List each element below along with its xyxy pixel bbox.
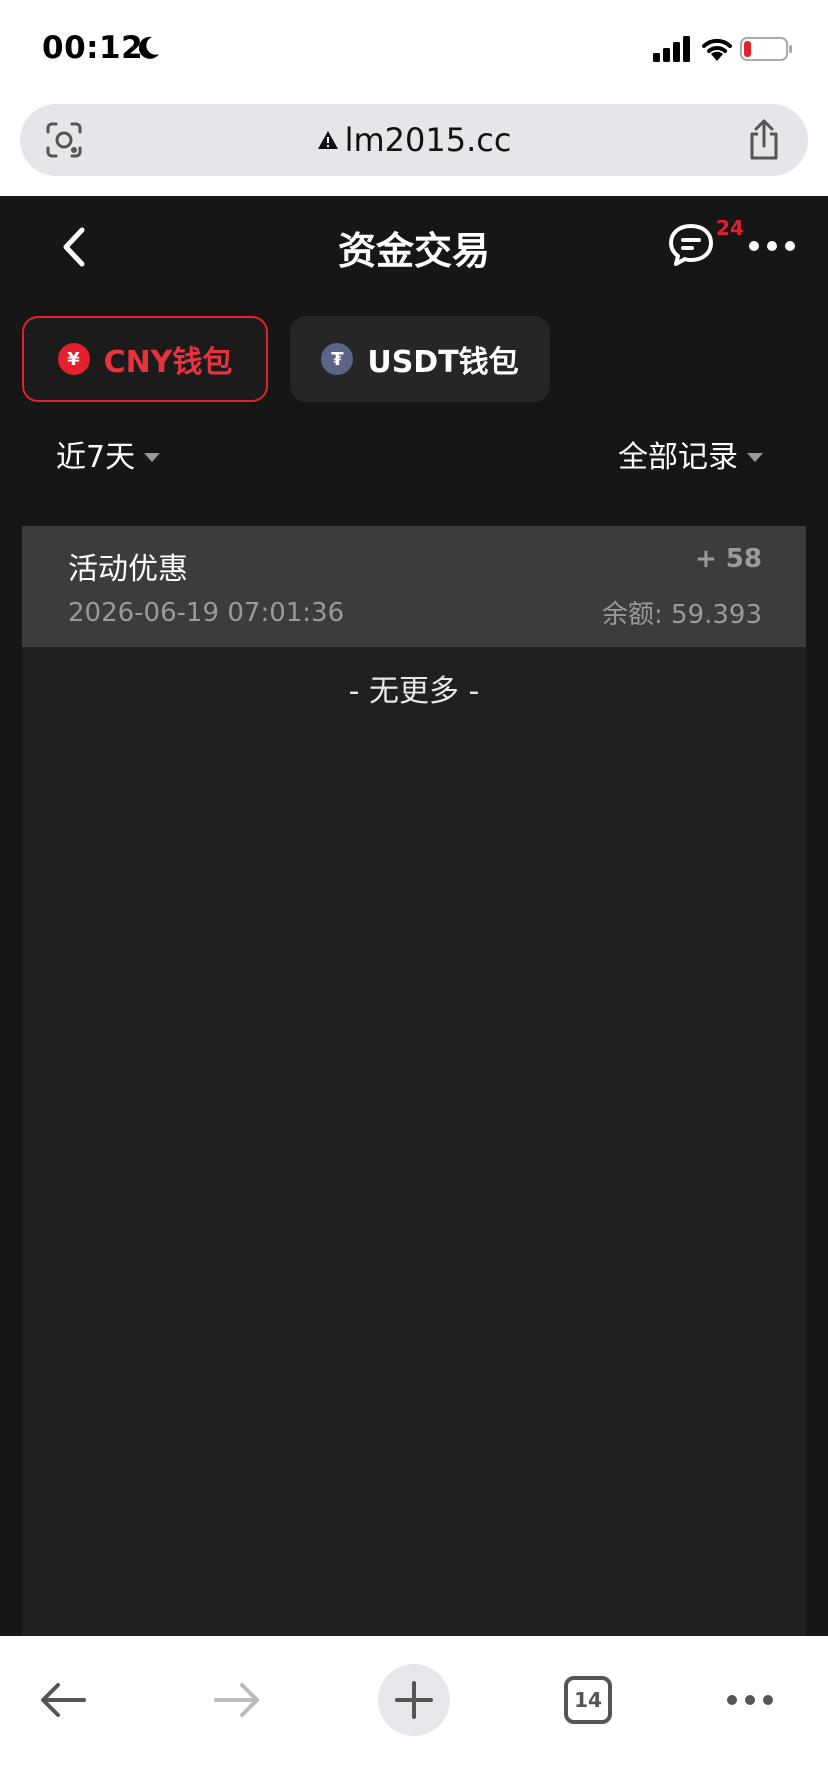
record-title: 活动优惠 [68, 552, 188, 587]
caret-down-icon [144, 453, 161, 462]
record-type-filter-dropdown[interactable]: 全部记录 [618, 432, 764, 476]
browser-toolbar: 14 [0, 1636, 828, 1792]
record-amount: + 58 [694, 544, 762, 574]
new-tab-button[interactable] [378, 1664, 450, 1736]
period-filter-dropdown[interactable]: 近7天 [56, 432, 161, 476]
message-icon[interactable] [666, 222, 716, 268]
tab-label: USDT钱包 [367, 345, 519, 380]
app-page: 资金交易 24 ¥ CNY钱包 ₮ USDT钱包 近7天 全部记录 活动优惠 2… [0, 196, 828, 1636]
warning-icon [317, 131, 338, 149]
records-panel: 活动优惠 2026-06-19 07:01:36 + 58 余额: 59.393… [22, 526, 806, 1636]
record-balance: 余额: 59.393 [602, 600, 762, 630]
more-menu-icon[interactable] [726, 1694, 774, 1706]
caret-down-icon [747, 453, 763, 462]
tab-cny-wallet[interactable]: ¥ CNY钱包 [22, 316, 268, 402]
message-badge: 24 [716, 216, 744, 240]
arrow-left-icon[interactable] [38, 1680, 88, 1720]
record-type-filter-label: 全部记录 [618, 440, 738, 475]
moon-icon [138, 36, 159, 59]
battery-low-icon [740, 37, 792, 61]
wifi-icon [702, 38, 732, 61]
status-bar: 00:12 [0, 0, 828, 100]
url-display[interactable]: lm2015.cc [20, 104, 808, 176]
arrow-right-icon[interactable] [212, 1680, 262, 1720]
url-text: lm2015.cc [344, 121, 512, 159]
tab-usdt-wallet[interactable]: ₮ USDT钱包 [290, 316, 550, 402]
tab-switcher-button[interactable]: 14 [564, 1676, 612, 1724]
record-time: 2026-06-19 07:01:36 [68, 598, 345, 628]
yuan-coin-icon: ¥ [57, 343, 90, 375]
tab-label: CNY钱包 [103, 345, 233, 380]
share-icon[interactable] [744, 118, 784, 162]
no-more-text: - 无更多 - [348, 674, 480, 709]
tether-coin-icon: ₮ [321, 343, 354, 375]
status-time: 00:12 [42, 30, 144, 66]
address-bar[interactable]: lm2015.cc [20, 104, 808, 176]
list-item[interactable]: 活动优惠 2026-06-19 07:01:36 + 58 余额: 59.393 [22, 526, 806, 647]
cellular-signal-icon [653, 36, 690, 62]
more-options-icon[interactable] [748, 240, 796, 252]
plus-icon [395, 1681, 433, 1719]
period-filter-label: 近7天 [56, 440, 136, 475]
